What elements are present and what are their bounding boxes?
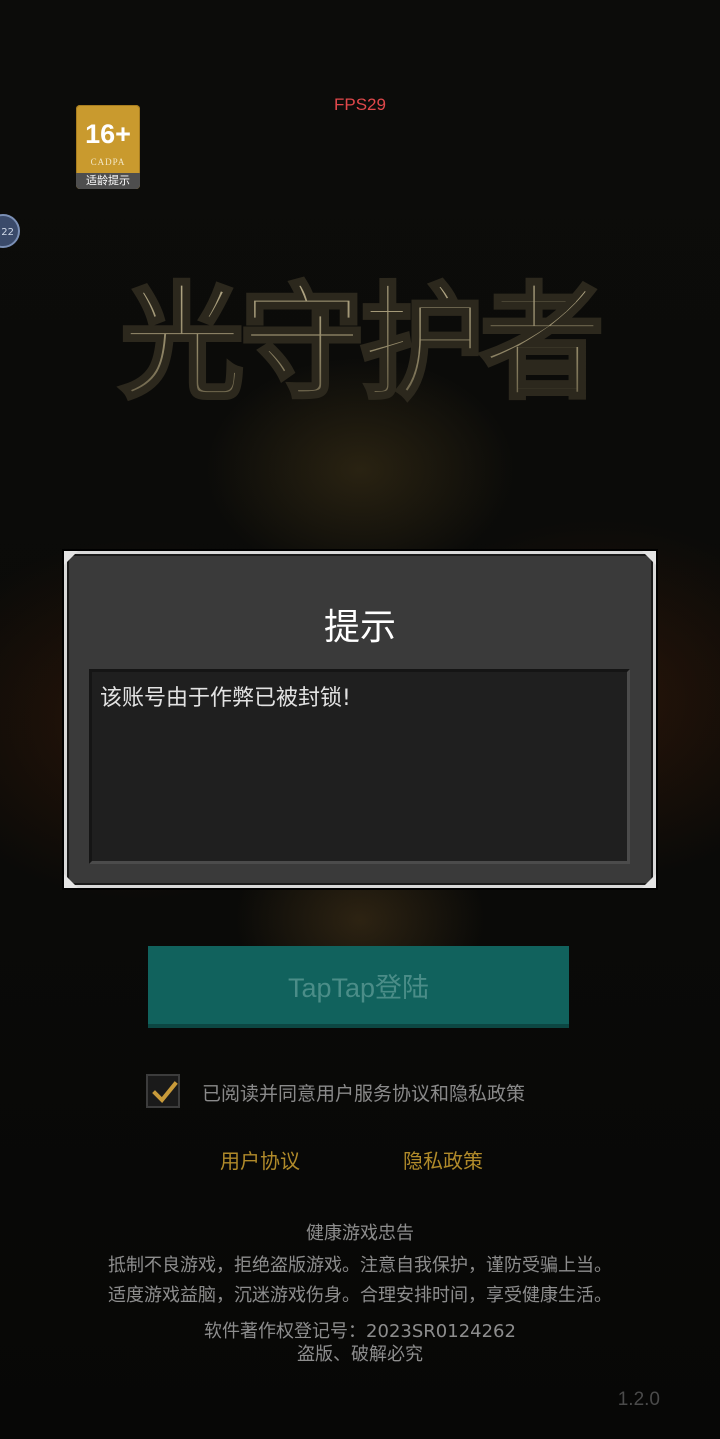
dialog-message: 该账号由于作弊已被封锁! — [100, 686, 351, 711]
age-rating-org: CADPA — [90, 157, 126, 167]
agreement-checkbox[interactable] — [146, 1074, 180, 1108]
health-advice-line-2: 适度游戏益脑，沉迷游戏伤身。合理安排时间，享受健康生活。 — [108, 1285, 612, 1306]
game-logo: 光守护者 — [110, 258, 610, 418]
age-rating-badge[interactable]: 16+ CADPA 适龄提示 — [76, 105, 140, 189]
dialog-title: 提示 — [323, 607, 396, 648]
app-version: 1.2.0 — [617, 1389, 660, 1410]
game-logo-text: 光守护者 — [120, 272, 600, 416]
dialog-corner — [642, 874, 656, 888]
dialog-corner — [64, 874, 78, 888]
check-icon — [152, 1081, 178, 1103]
game-logo-art: 光守护者 — [118, 270, 606, 418]
alert-dialog: 提示 该账号由于作弊已被封锁! — [64, 551, 656, 888]
dialog-message-box: 该账号由于作弊已被封锁! — [89, 669, 630, 864]
agreement-label: 已阅读并同意用户服务协议和隐私政策 — [202, 1083, 526, 1105]
dialog-corner — [64, 551, 78, 565]
health-advice-heading: 健康游戏忠告 — [306, 1223, 414, 1244]
health-advice-line-1: 抵制不良游戏，拒绝盗版游戏。注意自我保护，谨防受骗上当。 — [108, 1255, 612, 1276]
user-agreement-link[interactable]: 用户协议 — [220, 1145, 300, 1174]
taptap-login-button[interactable]: TapTap登陆 — [148, 946, 569, 1028]
dialog-corner — [642, 551, 656, 565]
age-rating-number: 16+ — [85, 119, 131, 149]
privacy-policy-link[interactable]: 隐私政策 — [403, 1145, 483, 1174]
piracy-warning: 盗版、破解必究 — [297, 1344, 423, 1365]
age-rating-tip: 适龄提示 — [76, 173, 140, 189]
